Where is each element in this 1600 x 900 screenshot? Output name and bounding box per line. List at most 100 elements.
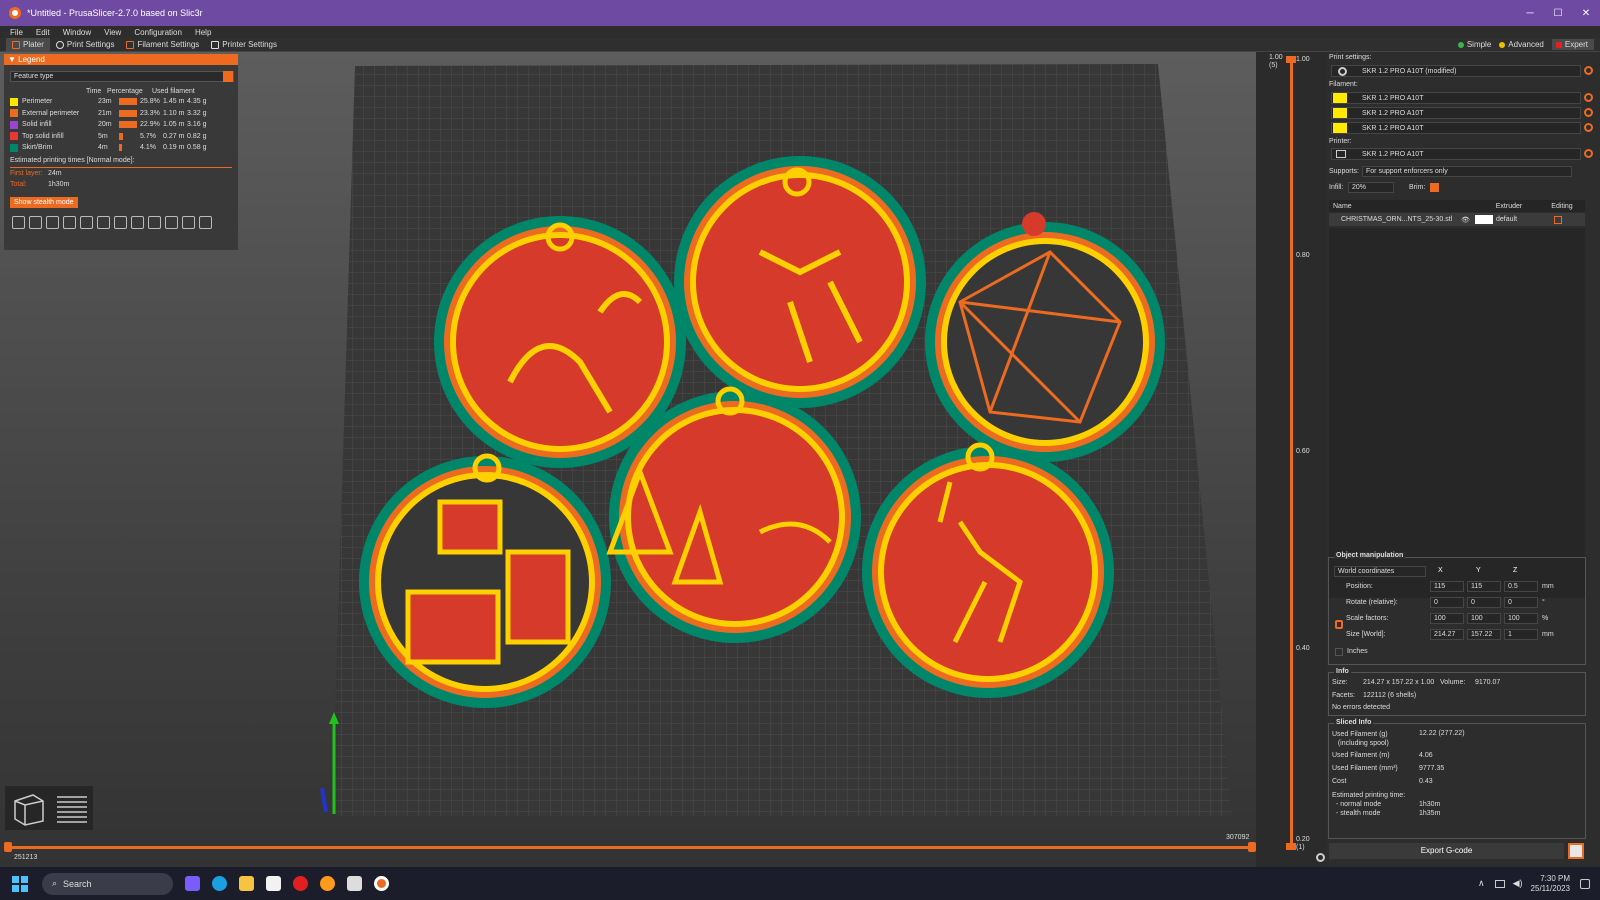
send-to-printer-icon[interactable]: [1568, 843, 1584, 859]
seams-icon[interactable]: [80, 215, 93, 229]
ornament-reindeer-right[interactable]: [862, 442, 1114, 698]
size-y-input[interactable]: 157.22: [1467, 629, 1501, 640]
tick-label: 0.80: [1296, 252, 1310, 259]
tool-marker-icon[interactable]: [199, 215, 212, 229]
position-x-input[interactable]: 115: [1430, 581, 1464, 592]
menu-file[interactable]: File: [10, 28, 23, 37]
printer-edit-icon[interactable]: [1584, 149, 1593, 158]
show-stealth-mode-button[interactable]: Show stealth mode: [10, 196, 78, 208]
eye-icon[interactable]: 👁: [1461, 216, 1475, 224]
filament-select-1[interactable]: SKR 1.2 PRO A10T: [1331, 92, 1581, 104]
supports-select[interactable]: For support enforcers only: [1362, 166, 1572, 177]
horizontal-slider-right-thumb[interactable]: [1248, 842, 1256, 852]
coordinates-select[interactable]: World coordinates: [1334, 566, 1426, 577]
scale-x-input[interactable]: 100: [1430, 613, 1464, 624]
filament-edit-icon[interactable]: [1584, 93, 1593, 102]
filament-color-swatch[interactable]: [1333, 108, 1347, 118]
menu-window[interactable]: Window: [63, 28, 91, 37]
tab-print-settings[interactable]: Print Settings: [50, 38, 121, 52]
retractions-icon[interactable]: [46, 215, 59, 229]
chevron-up-icon[interactable]: ∧: [1478, 878, 1485, 889]
center-of-gravity-icon[interactable]: [165, 215, 178, 229]
mode-expert[interactable]: Expert: [1551, 39, 1594, 50]
tab-plater[interactable]: Plater: [6, 37, 50, 52]
menu-help[interactable]: Help: [195, 28, 211, 37]
slider-settings-gear-icon[interactable]: [1316, 853, 1325, 862]
taskbar-search[interactable]: ⌕ Search: [42, 872, 173, 895]
pause-icon[interactable]: [131, 215, 144, 229]
scale-label: Scale factors:: [1346, 615, 1389, 622]
vertical-slider-track[interactable]: [1290, 58, 1293, 848]
edit-icon[interactable]: [1554, 215, 1562, 224]
filament-select-3[interactable]: SKR 1.2 PRO A10T: [1331, 122, 1581, 134]
deretractions-icon[interactable]: [63, 215, 76, 229]
export-gcode-button[interactable]: Export G-code: [1329, 843, 1564, 859]
app-icon[interactable]: [347, 876, 362, 891]
position-z-input[interactable]: 0.5: [1504, 581, 1538, 592]
store-icon[interactable]: [266, 876, 281, 891]
rotate-x-input[interactable]: 0: [1430, 597, 1464, 608]
scale-y-input[interactable]: 100: [1467, 613, 1501, 624]
filament-color-swatch[interactable]: [1333, 123, 1347, 133]
legend-row-solid-infill: Solid infill 20m 22.9% 1.05 m 3.16 g: [4, 119, 238, 131]
ornament-gifts[interactable]: [359, 453, 611, 708]
menu-view[interactable]: View: [104, 28, 121, 37]
rotate-y-input[interactable]: 0: [1467, 597, 1501, 608]
vertical-slider-top-thumb[interactable]: [1286, 56, 1296, 63]
scale-z-input[interactable]: 100: [1504, 613, 1538, 624]
menu-configuration[interactable]: Configuration: [134, 28, 182, 37]
legend-view-type-select[interactable]: Feature type: [10, 71, 234, 82]
cost-value: 0.43: [1419, 778, 1433, 785]
inches-checkbox[interactable]: [1335, 648, 1343, 656]
menu-edit[interactable]: Edit: [36, 28, 50, 37]
size-z-input[interactable]: 1: [1504, 629, 1538, 640]
tab-printer-settings[interactable]: Printer Settings: [205, 38, 283, 52]
tab-filament-settings[interactable]: Filament Settings: [120, 38, 205, 52]
ornament-sleigh[interactable]: [606, 386, 861, 643]
speaker-icon[interactable]: ◀): [1513, 878, 1523, 889]
maximize-button[interactable]: ☐: [1544, 8, 1572, 19]
preview-layers-icon[interactable]: [53, 789, 91, 827]
edge-icon[interactable]: [212, 876, 227, 891]
wipe-icon[interactable]: [29, 215, 42, 229]
print-settings-edit-icon[interactable]: [1584, 66, 1593, 75]
windows-start-icon[interactable]: [12, 875, 28, 892]
filament-edit-icon[interactable]: [1584, 123, 1593, 132]
filament-edit-icon[interactable]: [1584, 108, 1593, 117]
custom-gcode-icon[interactable]: [148, 215, 161, 229]
minimize-button[interactable]: ─: [1516, 8, 1544, 19]
object-list-row[interactable]: CHRISTMAS_ORN...NTS_25-30.stl 👁 default: [1329, 213, 1585, 226]
size-x-input[interactable]: 214.27: [1430, 629, 1464, 640]
display-icon[interactable]: [1494, 879, 1505, 888]
mode-simple[interactable]: Simple: [1457, 40, 1491, 49]
close-button[interactable]: ✕: [1572, 8, 1600, 19]
color-changes-icon[interactable]: [114, 215, 127, 229]
copilot-icon[interactable]: [185, 876, 200, 891]
file-explorer-icon[interactable]: [239, 876, 254, 891]
filament-color-swatch[interactable]: [1333, 93, 1347, 103]
print-profile-select[interactable]: SKR 1.2 PRO A10T (modified): [1331, 65, 1581, 77]
lock-icon[interactable]: [1335, 620, 1343, 629]
horizontal-slider-left-thumb[interactable]: [4, 842, 12, 852]
shells-icon[interactable]: [182, 215, 195, 229]
printer-select[interactable]: SKR 1.2 PRO A10T: [1331, 148, 1581, 160]
brim-checkbox[interactable]: [1430, 183, 1439, 192]
ornament-stag-top[interactable]: [674, 156, 926, 408]
position-y-input[interactable]: 115: [1467, 581, 1501, 592]
blender-icon[interactable]: [320, 876, 335, 891]
infill-select[interactable]: 20%: [1348, 182, 1394, 193]
travel-icon[interactable]: [12, 215, 25, 229]
red-app-icon[interactable]: [293, 876, 308, 891]
stealth-mode-value: 1h35m: [1419, 810, 1441, 817]
tool-changes-icon[interactable]: [97, 215, 110, 229]
legend-header[interactable]: ▼ Legend: [4, 54, 238, 65]
mode-advanced[interactable]: Advanced: [1499, 40, 1544, 49]
rotate-z-input[interactable]: 0: [1504, 597, 1538, 608]
filament-select-2[interactable]: SKR 1.2 PRO A10T: [1331, 107, 1581, 119]
vertical-slider-bottom-thumb[interactable]: [1286, 843, 1296, 850]
horizontal-slider-track[interactable]: [8, 846, 1252, 849]
3d-view-cube-icon[interactable]: [9, 789, 47, 827]
prusaslicer-taskbar-icon[interactable]: [374, 876, 389, 891]
notification-icon[interactable]: [1580, 878, 1590, 889]
clock[interactable]: 7:30 PM 25/11/2023: [1531, 874, 1570, 894]
